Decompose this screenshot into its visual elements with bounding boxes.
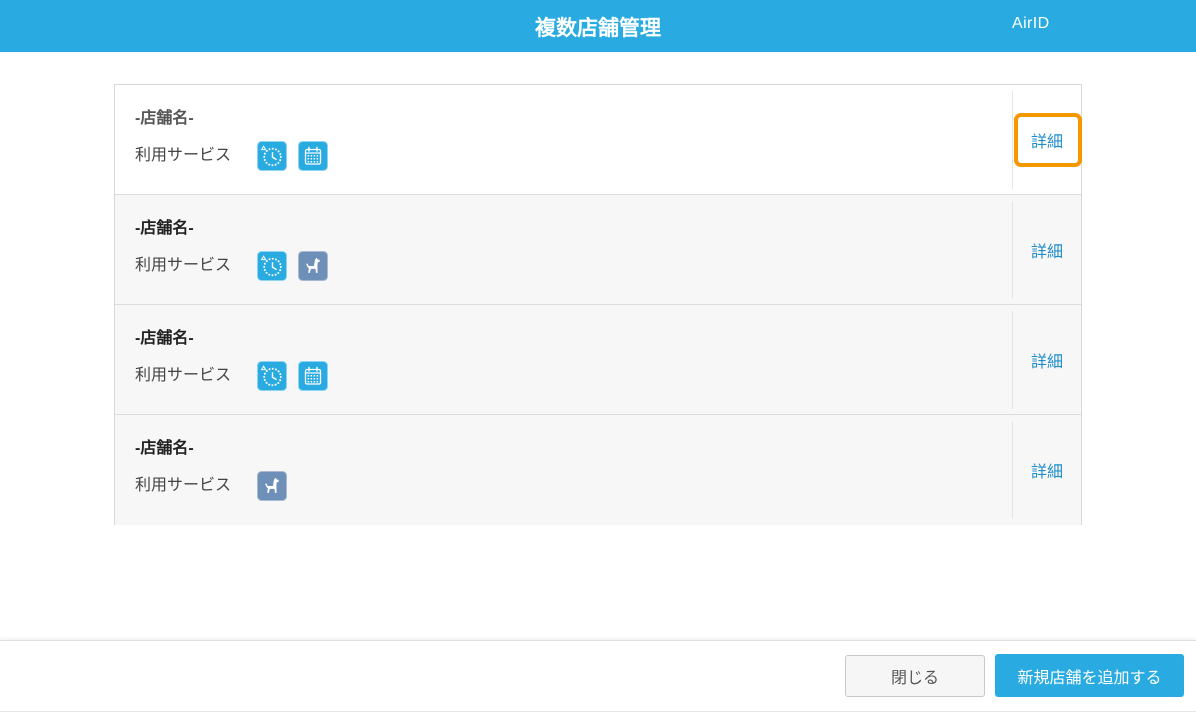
- services-label: 利用サービス: [135, 477, 232, 494]
- services-label: 利用サービス: [135, 257, 232, 274]
- store-detail-link[interactable]: 詳細: [1013, 195, 1081, 304]
- store-row: -店舗名- 利用サービス 詳細: [115, 195, 1081, 305]
- services-label: 利用サービス: [135, 147, 232, 164]
- calendar-icon: [298, 361, 328, 391]
- services-label: 利用サービス: [135, 367, 232, 384]
- footer-bar: 閉じる 新規店舗を追加する: [0, 640, 1196, 712]
- close-button[interactable]: 閉じる: [845, 655, 985, 697]
- dog-icon: [298, 251, 328, 281]
- store-name: -店舗名-: [135, 220, 194, 237]
- dog-icon: [257, 471, 287, 501]
- store-row: -店舗名- 利用サービス 詳細: [115, 305, 1081, 415]
- add-store-button[interactable]: 新規店舗を追加する: [995, 654, 1184, 697]
- store-list: -店舗名- 利用サービス 詳細 -店舗名- 利用サービス 詳細 -店舗名- 利用サービス 詳細 -…: [114, 84, 1082, 525]
- store-detail-link[interactable]: 詳細: [1013, 305, 1081, 414]
- store-detail-link[interactable]: 詳細: [1013, 85, 1081, 194]
- store-name: -店舗名-: [135, 440, 194, 457]
- clock-icon: [257, 361, 287, 391]
- store-row: -店舗名- 利用サービス 詳細: [115, 85, 1082, 195]
- account-link[interactable]: AirID: [1012, 13, 1050, 35]
- app-header: 複数店舗管理 AirID: [0, 0, 1196, 52]
- services-list: 利用サービス: [135, 251, 339, 281]
- services-list: 利用サービス: [135, 471, 298, 501]
- store-row: -店舗名- 利用サービス 詳細: [115, 415, 1081, 525]
- store-name: -店舗名-: [135, 110, 194, 127]
- clock-icon: [257, 251, 287, 281]
- calendar-icon: [298, 141, 328, 171]
- services-list: 利用サービス: [135, 141, 339, 171]
- clock-icon: [257, 141, 287, 171]
- store-name: -店舗名-: [135, 330, 194, 347]
- store-detail-link[interactable]: 詳細: [1013, 415, 1081, 524]
- services-list: 利用サービス: [135, 361, 339, 391]
